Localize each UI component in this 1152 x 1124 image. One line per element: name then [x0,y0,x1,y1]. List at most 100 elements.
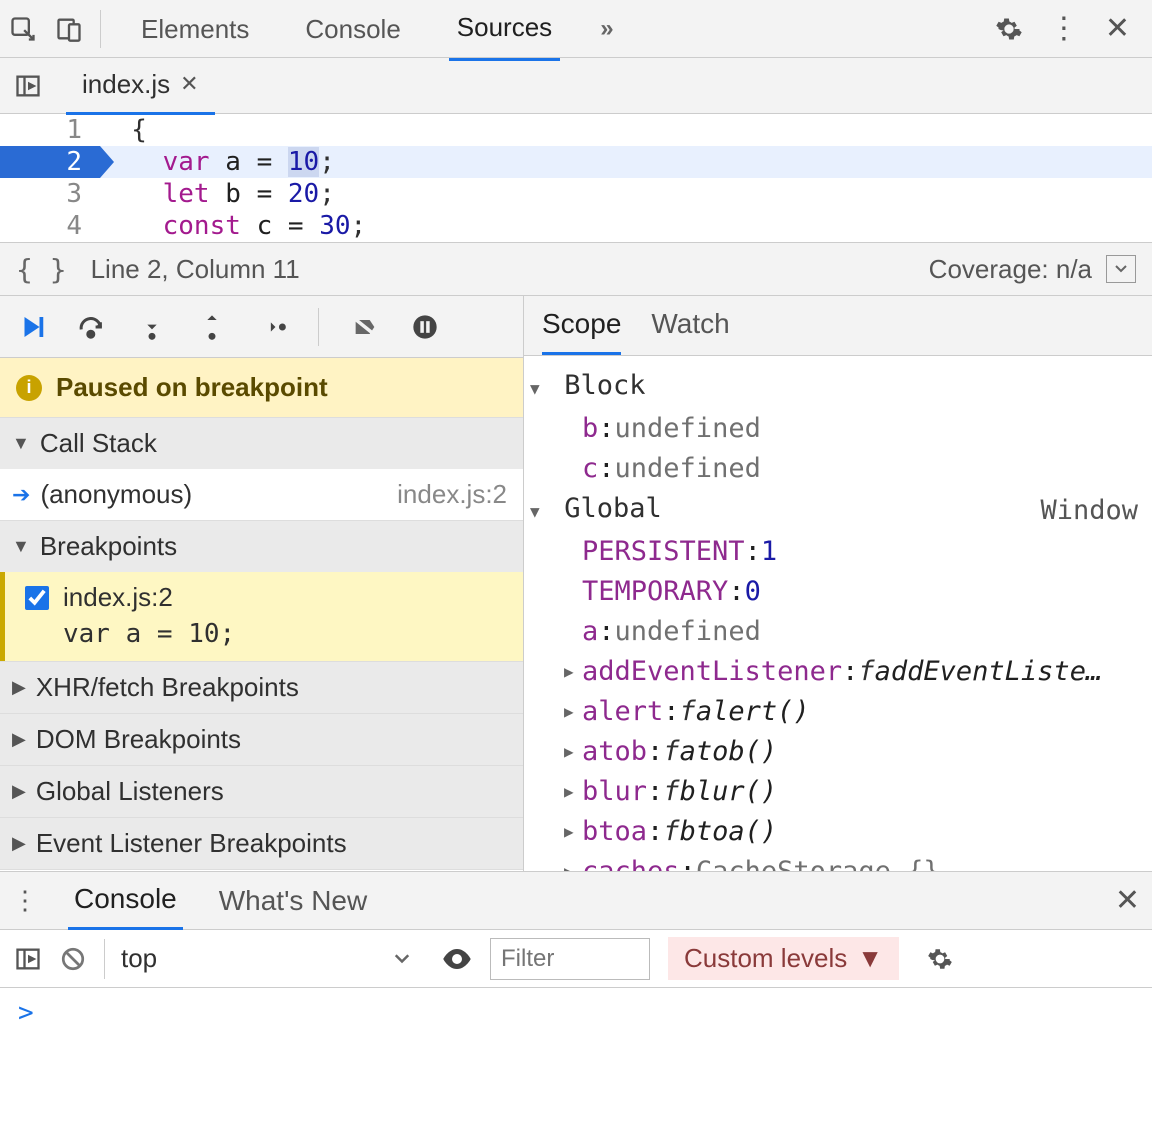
code-content: let b = 20; [100,178,335,210]
settings-gear-icon[interactable] [995,15,1023,43]
frame-name: (anonymous) [40,479,192,510]
code-line[interactable]: 1 { [0,114,1152,146]
tab-console[interactable]: Console [297,0,408,60]
close-file-icon[interactable]: ✕ [180,71,198,97]
coverage-dropdown-icon[interactable] [1106,255,1136,283]
code-content: { [100,114,147,146]
scope-property[interactable]: b: undefined [530,409,1146,449]
section-dom-breakpoints[interactable]: ▶ DOM Breakpoints [0,713,523,765]
scope-property[interactable]: ▶ atob: f atob() [530,732,1146,772]
scope-hint: Window [1040,491,1138,531]
console-sidebar-toggle-icon[interactable] [14,945,42,973]
line-number[interactable]: 2 [0,146,100,178]
console-context-select[interactable]: top [104,939,424,979]
console-settings-icon[interactable] [927,946,953,972]
chevron-down-icon [394,954,410,964]
paused-text: Paused on breakpoint [56,372,328,403]
breakpoint-checkbox[interactable] [25,586,49,610]
inspect-element-icon[interactable] [0,9,46,49]
line-number[interactable]: 1 [0,114,100,146]
chevron-right-icon: ▶ [564,692,582,732]
device-toggle-icon[interactable] [46,9,92,49]
chevron-right-icon: ▶ [564,812,582,852]
scope-property[interactable]: TEMPORARY: 0 [530,572,1146,612]
close-devtools-icon[interactable]: ✕ [1105,14,1130,44]
drawer-kebab-icon[interactable]: ⋮ [12,885,38,916]
paused-banner: i Paused on breakpoint [0,358,523,417]
file-tab-indexjs[interactable]: index.js ✕ [66,57,215,115]
step-out-button[interactable] [194,309,230,345]
console-toolbar: top Custom levels ▼ [0,930,1152,988]
scope-property[interactable]: a: undefined [530,612,1146,652]
chevron-right-icon: ▶ [12,729,26,750]
debugger-left-pane: i Paused on breakpoint ▼ Call Stack ➔ (an… [0,296,524,871]
file-tab-label: index.js [82,69,170,100]
section-breakpoints[interactable]: ▼ Breakpoints [0,520,523,572]
info-icon: i [16,375,42,401]
deactivate-breakpoints-button[interactable] [347,309,383,345]
scope-property[interactable]: ▶ blur: f blur() [530,772,1146,812]
call-stack-frame[interactable]: ➔ (anonymous) index.js:2 [0,469,523,520]
current-frame-icon: ➔ [12,482,30,508]
scope-property[interactable]: ▶ addEventListener: f addEventListe… [530,652,1146,692]
code-line[interactable]: 3 let b = 20; [0,178,1152,210]
frame-location: index.js:2 [397,479,507,510]
scope-property[interactable]: c: undefined [530,449,1146,489]
close-drawer-icon[interactable]: ✕ [1115,883,1140,918]
chevron-right-icon: ▶ [12,833,26,854]
drawer-tab-console[interactable]: Console [68,871,183,930]
resume-button[interactable] [14,309,50,345]
code-content: var a = 10; [100,146,335,178]
code-line[interactable]: 2 var a = 10; [0,146,1152,178]
live-expression-icon[interactable] [442,949,472,969]
scope-tree[interactable]: ▼ Block b: undefined c: undefined▼ Globa… [524,356,1152,871]
scope-property[interactable]: PERSISTENT: 1 [530,532,1146,572]
step-button[interactable] [254,309,290,345]
scope-watch-tabs: Scope Watch [524,296,1152,356]
section-global-listeners[interactable]: ▶ Global Listeners [0,765,523,817]
chevron-down-icon: ▼ [12,433,30,454]
chevron-down-icon: ▼ [530,492,548,532]
scope-property[interactable]: ▶ alert: f alert() [530,692,1146,732]
section-call-stack[interactable]: ▼ Call Stack [0,417,523,469]
step-over-button[interactable] [74,309,110,345]
console-filter-input[interactable] [490,938,650,980]
tab-scope[interactable]: Scope [542,308,621,355]
chevron-right-icon: ▶ [564,652,582,692]
debug-controls [0,296,523,358]
editor-status-bar: { } Line 2, Column 11 Coverage: n/a [0,242,1152,296]
line-number[interactable]: 4 [0,210,100,242]
clear-console-icon[interactable] [60,946,86,972]
cursor-position: Line 2, Column 11 [91,254,300,285]
chevron-right-icon: ▶ [564,772,582,812]
devtools-top-toolbar: Elements Console Sources » ⋮ ✕ [0,0,1152,58]
show-navigator-icon[interactable] [14,72,42,100]
step-into-button[interactable] [134,309,170,345]
kebab-menu-icon[interactable]: ⋮ [1049,14,1079,44]
coverage-label: Coverage: n/a [929,254,1092,285]
tab-elements[interactable]: Elements [133,0,257,60]
tab-watch[interactable]: Watch [651,308,729,355]
drawer-tab-whatsnew[interactable]: What's New [213,873,374,929]
more-tabs-icon[interactable]: » [600,15,613,43]
section-event-listener-breakpoints[interactable]: ▶ Event Listener Breakpoints [0,817,523,870]
scope-property[interactable]: ▶ btoa: f btoa() [530,812,1146,852]
chevron-right-icon: ▶ [12,781,26,802]
breakpoint-label: index.js:2 [63,582,173,613]
chevron-down-icon: ▼ [530,369,548,409]
breakpoint-item[interactable]: index.js:2var a = 10; [0,572,523,661]
chevron-right-icon: ▶ [12,677,26,698]
section-xhr-breakpoints[interactable]: ▶ XHR/fetch Breakpoints [0,661,523,713]
pretty-print-icon[interactable]: { } [16,253,67,286]
line-number[interactable]: 3 [0,178,100,210]
scope-group-header[interactable]: ▼ GlobalWindow [530,489,1146,532]
drawer-tabbar: ⋮ Console What's New ✕ [0,872,1152,930]
code-editor[interactable]: 1 {2 var a = 10;3 let b = 20;4 const c =… [0,114,1152,242]
console-prompt[interactable]: > [0,988,1152,1038]
code-line[interactable]: 4 const c = 30; [0,210,1152,242]
console-levels-select[interactable]: Custom levels ▼ [668,937,899,980]
tab-sources[interactable]: Sources [449,0,560,61]
pause-on-exceptions-button[interactable] [407,309,443,345]
scope-property[interactable]: ▶ caches: CacheStorage {} [530,852,1146,871]
scope-group-header[interactable]: ▼ Block [530,366,1146,409]
